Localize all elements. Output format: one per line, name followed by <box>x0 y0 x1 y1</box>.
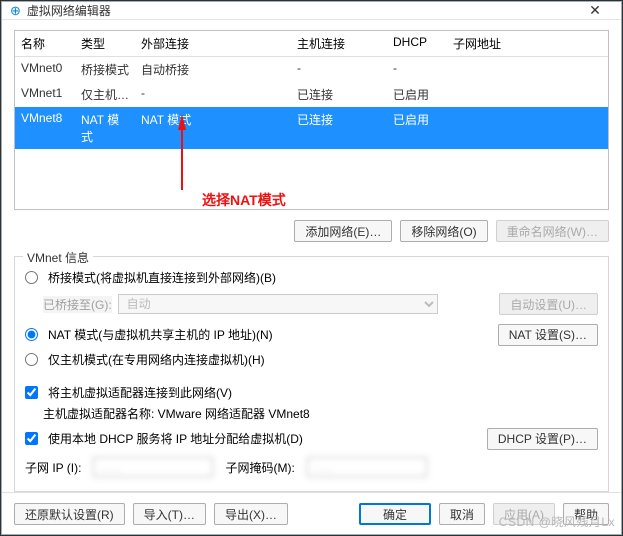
bridge-label: 桥接模式(将虚拟机直接连接到外部网络)(B) <box>48 269 276 286</box>
table-buttons: 添加网络(E)… 移除网络(O) 重命名网络(W)… <box>14 216 609 246</box>
remove-network-button[interactable]: 移除网络(O) <box>400 220 487 242</box>
subnet-row: 子网 IP (I): 子网掩码(M): <box>25 457 598 477</box>
th-subnet[interactable]: 子网地址 <box>447 31 608 56</box>
connect-host-checkbox[interactable] <box>25 386 38 399</box>
connect-host-row[interactable]: 将主机虚拟适配器连接到此网络(V) <box>25 384 598 401</box>
group-legend: VMnet 信息 <box>23 249 93 266</box>
add-network-button[interactable]: 添加网络(E)… <box>294 220 392 242</box>
ok-button[interactable]: 确定 <box>359 503 431 525</box>
import-button[interactable]: 导入(T)… <box>133 503 206 525</box>
table-row[interactable]: VMnet0 桥接模式 自动桥接 - - <box>15 57 608 82</box>
nat-radio-row: NAT 模式(与虚拟机共享主机的 IP 地址)(N) NAT 设置(S)… <box>25 322 598 347</box>
dhcp-checkbox[interactable] <box>25 432 38 445</box>
dhcp-settings-button[interactable]: DHCP 设置(P)… <box>487 428 598 450</box>
table-header: 名称 类型 外部连接 主机连接 DHCP 子网地址 <box>15 31 608 57</box>
bridge-to-label: 已桥接至(G): <box>43 296 112 313</box>
content: 名称 类型 外部连接 主机连接 DHCP 子网地址 VMnet0 桥接模式 自动… <box>2 20 621 492</box>
close-icon[interactable]: ✕ <box>577 2 613 19</box>
export-button[interactable]: 导出(X)… <box>214 503 288 525</box>
rename-network-button: 重命名网络(W)… <box>496 220 609 242</box>
bridge-radio[interactable] <box>25 271 38 284</box>
vmnet-info-group: VMnet 信息 桥接模式(将虚拟机直接连接到外部网络)(B) 已桥接至(G):… <box>14 256 609 492</box>
subnet-mask-input[interactable] <box>307 457 427 477</box>
watermark: CSDN @晓风残月Lx <box>499 513 615 530</box>
subnet-mask-label: 子网掩码(M): <box>225 459 294 476</box>
th-host[interactable]: 主机连接 <box>291 31 387 56</box>
window: ⊕ 虚拟网络编辑器 ✕ 名称 类型 外部连接 主机连接 DHCP 子网地址 VM… <box>1 1 622 535</box>
titlebar: ⊕ 虚拟网络编辑器 ✕ <box>2 2 621 20</box>
restore-defaults-button[interactable]: 还原默认设置(R) <box>14 503 125 525</box>
window-title: 虚拟网络编辑器 <box>27 2 577 19</box>
subnet-ip-input[interactable] <box>93 457 213 477</box>
dhcp-label: 使用本地 DHCP 服务将 IP 地址分配给虚拟机(D) <box>48 430 303 447</box>
bridge-radio-row[interactable]: 桥接模式(将虚拟机直接连接到外部网络)(B) <box>25 269 598 286</box>
adapter-caption: 主机虚拟适配器名称: VMware 网络适配器 VMnet8 <box>43 405 310 422</box>
bridge-to-row: 已桥接至(G): 自动 自动设置(U)… <box>25 290 598 318</box>
nat-radio[interactable] <box>25 328 38 341</box>
bridge-to-select: 自动 <box>118 294 438 314</box>
table-row[interactable]: VMnet1 仅主机… - 已连接 已启用 <box>15 82 608 107</box>
th-name[interactable]: 名称 <box>15 31 75 56</box>
th-dhcp[interactable]: DHCP <box>387 31 447 56</box>
app-icon: ⊕ <box>10 3 21 19</box>
hostonly-radio[interactable] <box>25 353 38 366</box>
hostonly-radio-row[interactable]: 仅主机模式(在专用网络内连接虚拟机)(H) <box>25 351 598 368</box>
dhcp-row: 使用本地 DHCP 服务将 IP 地址分配给虚拟机(D) DHCP 设置(P)… <box>25 426 598 451</box>
th-type[interactable]: 类型 <box>75 31 135 56</box>
network-table[interactable]: 名称 类型 外部连接 主机连接 DHCP 子网地址 VMnet0 桥接模式 自动… <box>14 30 609 210</box>
th-ext[interactable]: 外部连接 <box>135 31 291 56</box>
hostonly-label: 仅主机模式(在专用网络内连接虚拟机)(H) <box>48 351 265 368</box>
nat-settings-button[interactable]: NAT 设置(S)… <box>498 324 598 346</box>
cancel-button[interactable]: 取消 <box>439 503 485 525</box>
nat-label: NAT 模式(与虚拟机共享主机的 IP 地址)(N) <box>48 326 273 343</box>
adapter-caption-row: 主机虚拟适配器名称: VMware 网络适配器 VMnet8 <box>25 405 598 422</box>
table-row-selected[interactable]: VMnet8 NAT 模式 NAT 模式 已连接 已启用 <box>15 107 608 149</box>
connect-host-label: 将主机虚拟适配器连接到此网络(V) <box>48 384 232 401</box>
auto-settings-button: 自动设置(U)… <box>499 293 598 315</box>
subnet-ip-label: 子网 IP (I): <box>25 459 81 476</box>
